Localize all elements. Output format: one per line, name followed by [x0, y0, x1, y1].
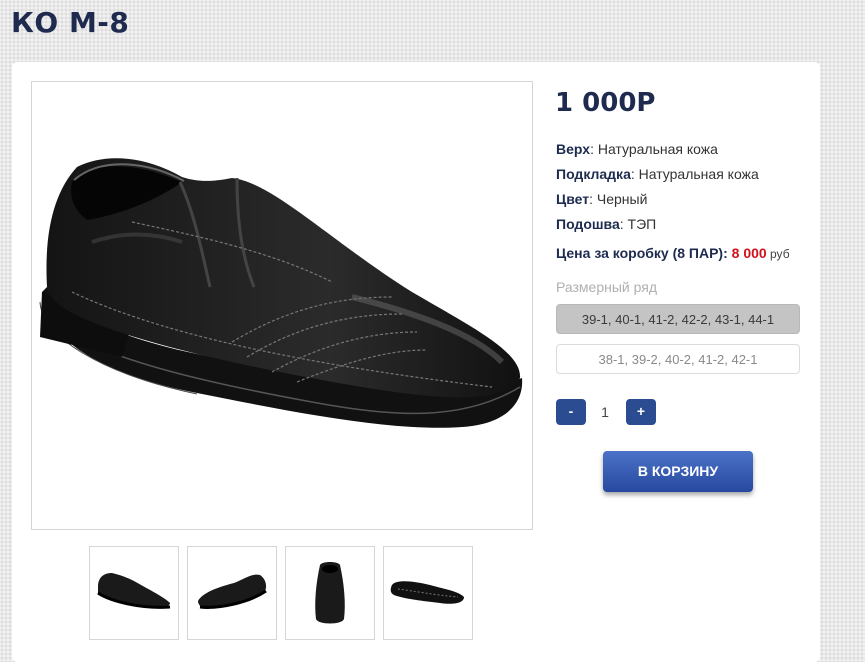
- shoe-angle-thumbnail: [198, 574, 267, 609]
- size-range-label: Размерный ряд: [556, 279, 658, 295]
- page-title: КО М-8: [11, 6, 130, 39]
- box-price-currency: руб: [766, 247, 790, 261]
- spec-label: Подошва: [556, 216, 620, 232]
- add-to-cart-button[interactable]: В КОРЗИНУ: [603, 451, 753, 492]
- quantity-plus-button[interactable]: +: [626, 399, 656, 425]
- spec-value: : ТЭП: [619, 216, 657, 232]
- shoe-side-thumbnail: [97, 573, 171, 609]
- shoe-sole-thumbnail: [390, 581, 464, 604]
- spec-label: Подкладка: [556, 166, 631, 182]
- shoe-front-thumbnail: [315, 562, 345, 624]
- spec-color: Цвет: Черный: [556, 191, 647, 207]
- product-price: 1 000Р: [555, 88, 656, 118]
- spec-sole: Подошва: ТЭП: [556, 216, 656, 232]
- shoe-image: [39, 158, 523, 428]
- thumbnail-1[interactable]: [89, 546, 179, 640]
- size-option-selected[interactable]: 39-1, 40-1, 41-2, 42-2, 43-1, 44-1: [556, 304, 800, 334]
- spec-value: : Натуральная кожа: [630, 166, 759, 182]
- spec-label: Цвет: [556, 191, 590, 207]
- box-price-value: 8 000: [731, 245, 767, 261]
- main-product-image[interactable]: [31, 81, 533, 530]
- thumbnail-4[interactable]: [383, 546, 473, 640]
- quantity-value[interactable]: 1: [590, 404, 620, 420]
- box-price: Цена за коробку (8 ПАР): 8 000 руб: [556, 245, 790, 261]
- thumbnail-2[interactable]: [187, 546, 277, 640]
- spec-value: : Черный: [589, 191, 648, 207]
- spec-value: : Натуральная кожа: [590, 141, 718, 157]
- spec-lining: Подкладка: Натуральная кожа: [556, 166, 759, 182]
- spec-label: Верх: [556, 141, 591, 157]
- size-option[interactable]: 38-1, 39-2, 40-2, 41-2, 42-1: [556, 344, 800, 374]
- box-price-label: Цена за коробку (8 ПАР):: [556, 245, 732, 261]
- quantity-minus-button[interactable]: -: [556, 399, 586, 425]
- spec-upper: Верх: Натуральная кожа: [556, 141, 718, 157]
- thumbnail-3[interactable]: [285, 546, 375, 640]
